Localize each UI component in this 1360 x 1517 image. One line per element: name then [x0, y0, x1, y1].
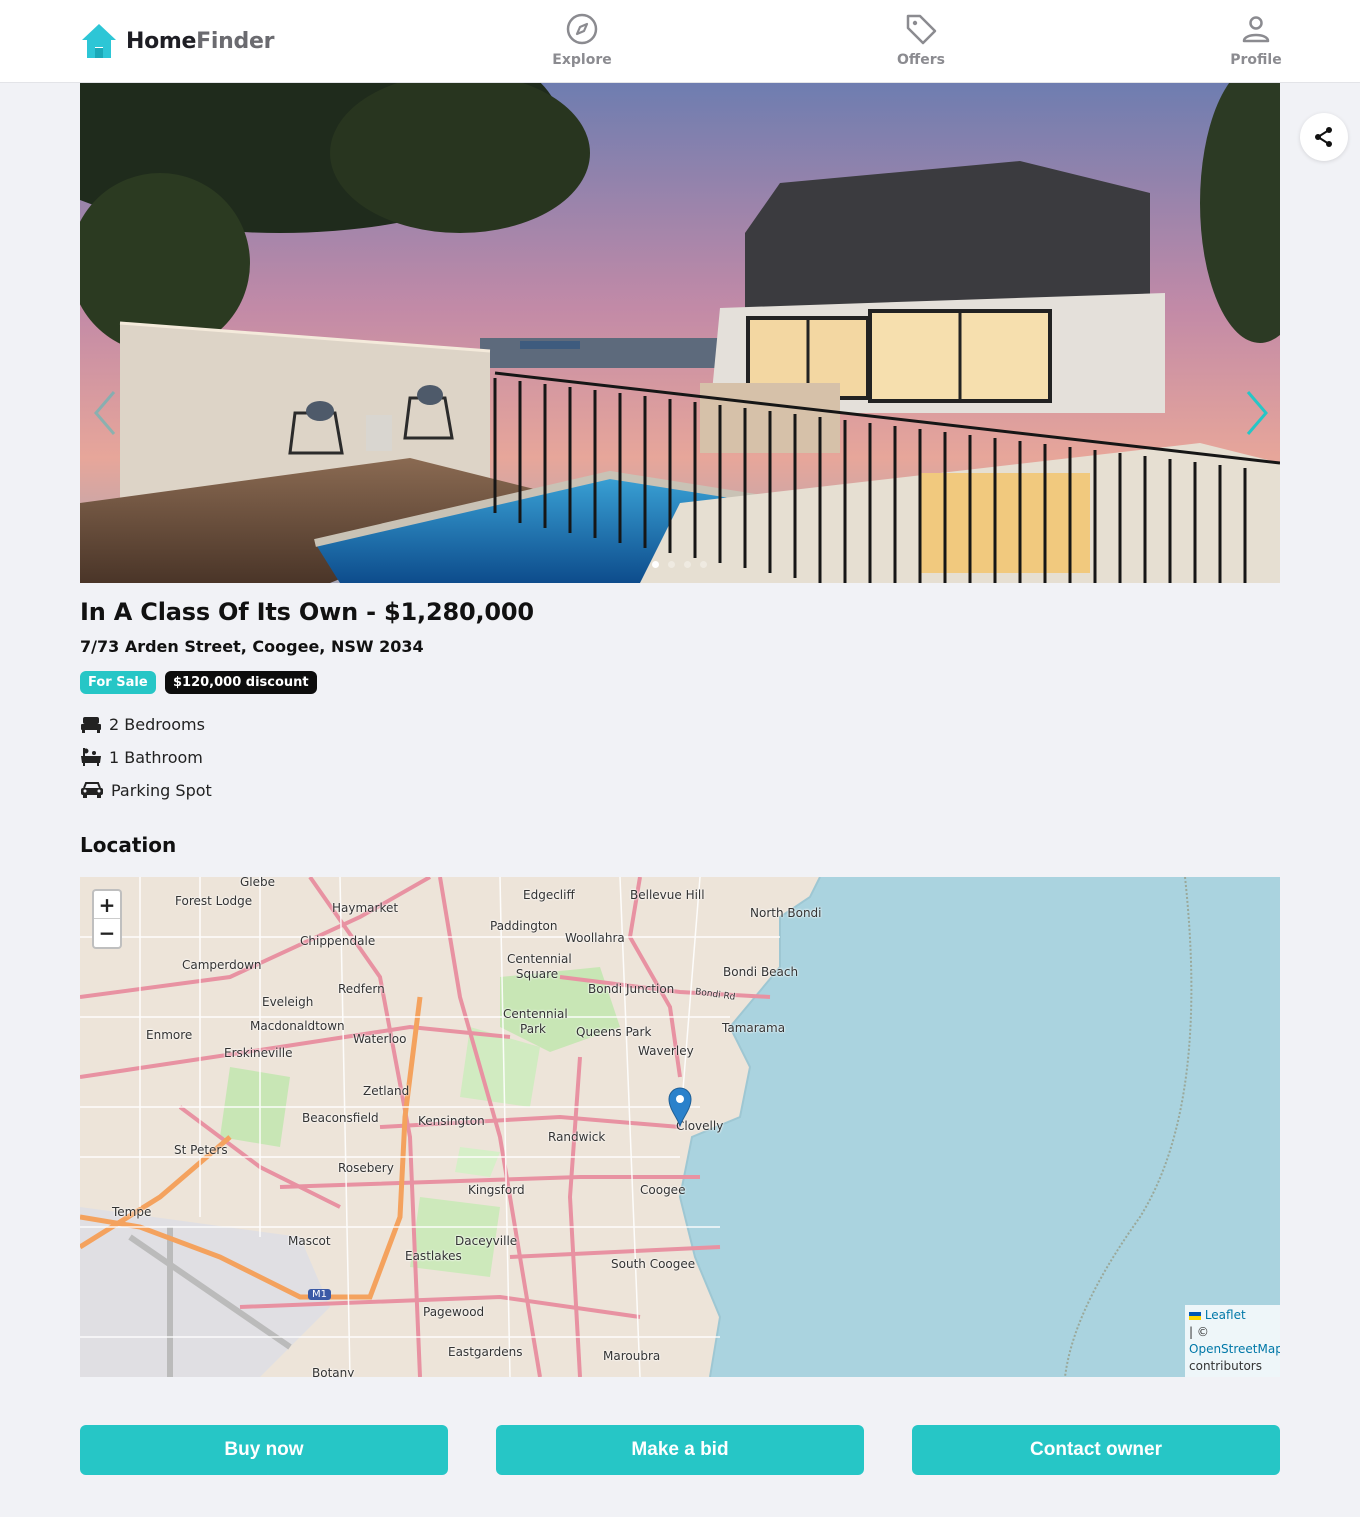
house-logo-icon: [82, 24, 116, 58]
map-zoom-control: + −: [92, 889, 122, 949]
homefinder-logo[interactable]: HomeFinder: [80, 22, 274, 60]
map-label: Kensington: [418, 1114, 485, 1128]
leaflet-link[interactable]: Leaflet: [1205, 1308, 1246, 1322]
map-label: Tempe: [112, 1205, 152, 1219]
feature-bathrooms-label: 1 Bathroom: [109, 747, 203, 767]
make-a-bid-button[interactable]: Make a bid: [496, 1425, 864, 1475]
map-label: Centennial Park: [503, 1007, 568, 1036]
map-label: Bellevue Hill: [630, 888, 705, 902]
buy-now-button[interactable]: Buy now: [80, 1425, 448, 1475]
feature-bedrooms: 2 Bedrooms: [80, 714, 205, 734]
map-label: Maroubra: [603, 1349, 661, 1363]
map-label: Centennial Square: [507, 952, 572, 981]
map-label: Queens Park: [576, 1025, 652, 1039]
carousel-dot[interactable]: [684, 561, 691, 568]
bed-icon: [81, 717, 101, 733]
nav-profile[interactable]: Profile: [1206, 12, 1306, 68]
car-icon: [81, 782, 103, 798]
map-label: Zetland: [363, 1084, 410, 1098]
zoom-out-button[interactable]: −: [94, 919, 120, 947]
logo-home-text: Home: [126, 28, 197, 54]
map-label: Macdonaldtown: [250, 1019, 345, 1033]
next-photo-arrow-icon[interactable]: [1242, 388, 1272, 438]
ukraine-flag-icon: [1189, 1311, 1201, 1320]
property-photo: [80, 83, 1280, 583]
motorway-shield: M1: [308, 1289, 331, 1300]
map-label: Edgecliff: [523, 888, 575, 902]
for-sale-badge: For Sale: [80, 671, 156, 694]
map-label: South Coogee: [611, 1257, 696, 1271]
map-label: Waverley: [638, 1044, 694, 1058]
map-label: Randwick: [548, 1130, 606, 1144]
carousel-dot[interactable]: [652, 561, 659, 568]
map-label: Glebe: [240, 877, 276, 889]
map-label: Bondi Beach: [723, 965, 799, 979]
location-heading: Location: [80, 833, 177, 857]
nav-profile-label: Profile: [1230, 52, 1282, 68]
logo-wordmark: HomeFinder: [126, 29, 274, 54]
attribution-contributors: contributors: [1189, 1359, 1262, 1373]
user-icon: [1242, 16, 1270, 43]
map-label: Forest Lodge: [175, 894, 253, 908]
map-label: Botany: [312, 1366, 355, 1377]
map-label: Coogee: [640, 1183, 686, 1197]
bath-icon: [81, 748, 101, 766]
map-label: Tamarama: [722, 1021, 786, 1035]
feature-bedrooms-label: 2 Bedrooms: [109, 714, 205, 734]
map-label: North Bondi: [750, 906, 822, 920]
map-label: Paddington: [490, 919, 558, 933]
attribution-separator: | ©: [1189, 1325, 1209, 1339]
nav-offers-label: Offers: [897, 52, 945, 68]
map-label: Woollahra: [565, 931, 625, 945]
feature-bathrooms: 1 Bathroom: [80, 747, 203, 767]
carousel-pagination: [652, 561, 707, 568]
logo-finder-text: Finder: [196, 28, 275, 54]
share-button[interactable]: [1300, 113, 1348, 161]
map-label: Beaconsfield: [302, 1111, 379, 1125]
feature-parking-label: Parking Spot: [111, 780, 212, 800]
openstreetmap-link[interactable]: OpenStreetMap: [1189, 1342, 1280, 1356]
share-icon: [1315, 127, 1332, 147]
tag-icon: [906, 14, 937, 45]
location-marker-icon[interactable]: [668, 1087, 692, 1127]
feature-parking: Parking Spot: [80, 780, 212, 800]
map-label: Enmore: [146, 1028, 193, 1042]
map-label: Pagewood: [423, 1305, 485, 1319]
map-label: Eastgardens: [448, 1345, 523, 1359]
map-label: Eveleigh: [262, 995, 314, 1009]
map-label: Camperdown: [182, 958, 262, 972]
previous-photo-arrow-icon[interactable]: [90, 388, 120, 438]
carousel-dot[interactable]: [668, 561, 675, 568]
location-map[interactable]: Glebe Forest Lodge Haymarket Edgecliff B…: [80, 877, 1280, 1377]
top-navigation-bar: HomeFinder Explore Offers Profile: [0, 0, 1360, 83]
contact-owner-button[interactable]: Contact owner: [912, 1425, 1280, 1475]
compass-icon: [566, 13, 598, 45]
map-label: Kingsford: [468, 1183, 525, 1197]
map-label: Eastlakes: [405, 1249, 462, 1263]
property-photo-carousel[interactable]: [80, 83, 1280, 583]
map-label: Mascot: [288, 1234, 331, 1248]
discount-badge: $120,000 discount: [165, 671, 317, 694]
nav-explore-label: Explore: [552, 52, 612, 68]
map-label: Rosebery: [338, 1161, 394, 1175]
map-attribution: Leaflet | © OpenStreetMap contributors: [1185, 1305, 1280, 1377]
map-label: Erskineville: [224, 1046, 293, 1060]
nav-offers[interactable]: Offers: [871, 12, 971, 68]
zoom-in-button[interactable]: +: [94, 891, 120, 919]
map-label: Bondi Junction: [588, 982, 675, 996]
listing-address: 7/73 Arden Street, Coogee, NSW 2034: [80, 637, 424, 656]
map-label: Chippendale: [300, 934, 376, 948]
listing-title: In A Class Of Its Own - $1,280,000: [80, 598, 534, 626]
carousel-dot[interactable]: [700, 561, 707, 568]
map-label: Redfern: [338, 982, 385, 996]
nav-explore[interactable]: Explore: [532, 12, 632, 68]
map-label: Daceyville: [455, 1234, 518, 1248]
map-label: St Peters: [174, 1143, 228, 1157]
map-label: Waterloo: [353, 1032, 407, 1046]
map-label: Haymarket: [332, 901, 399, 915]
